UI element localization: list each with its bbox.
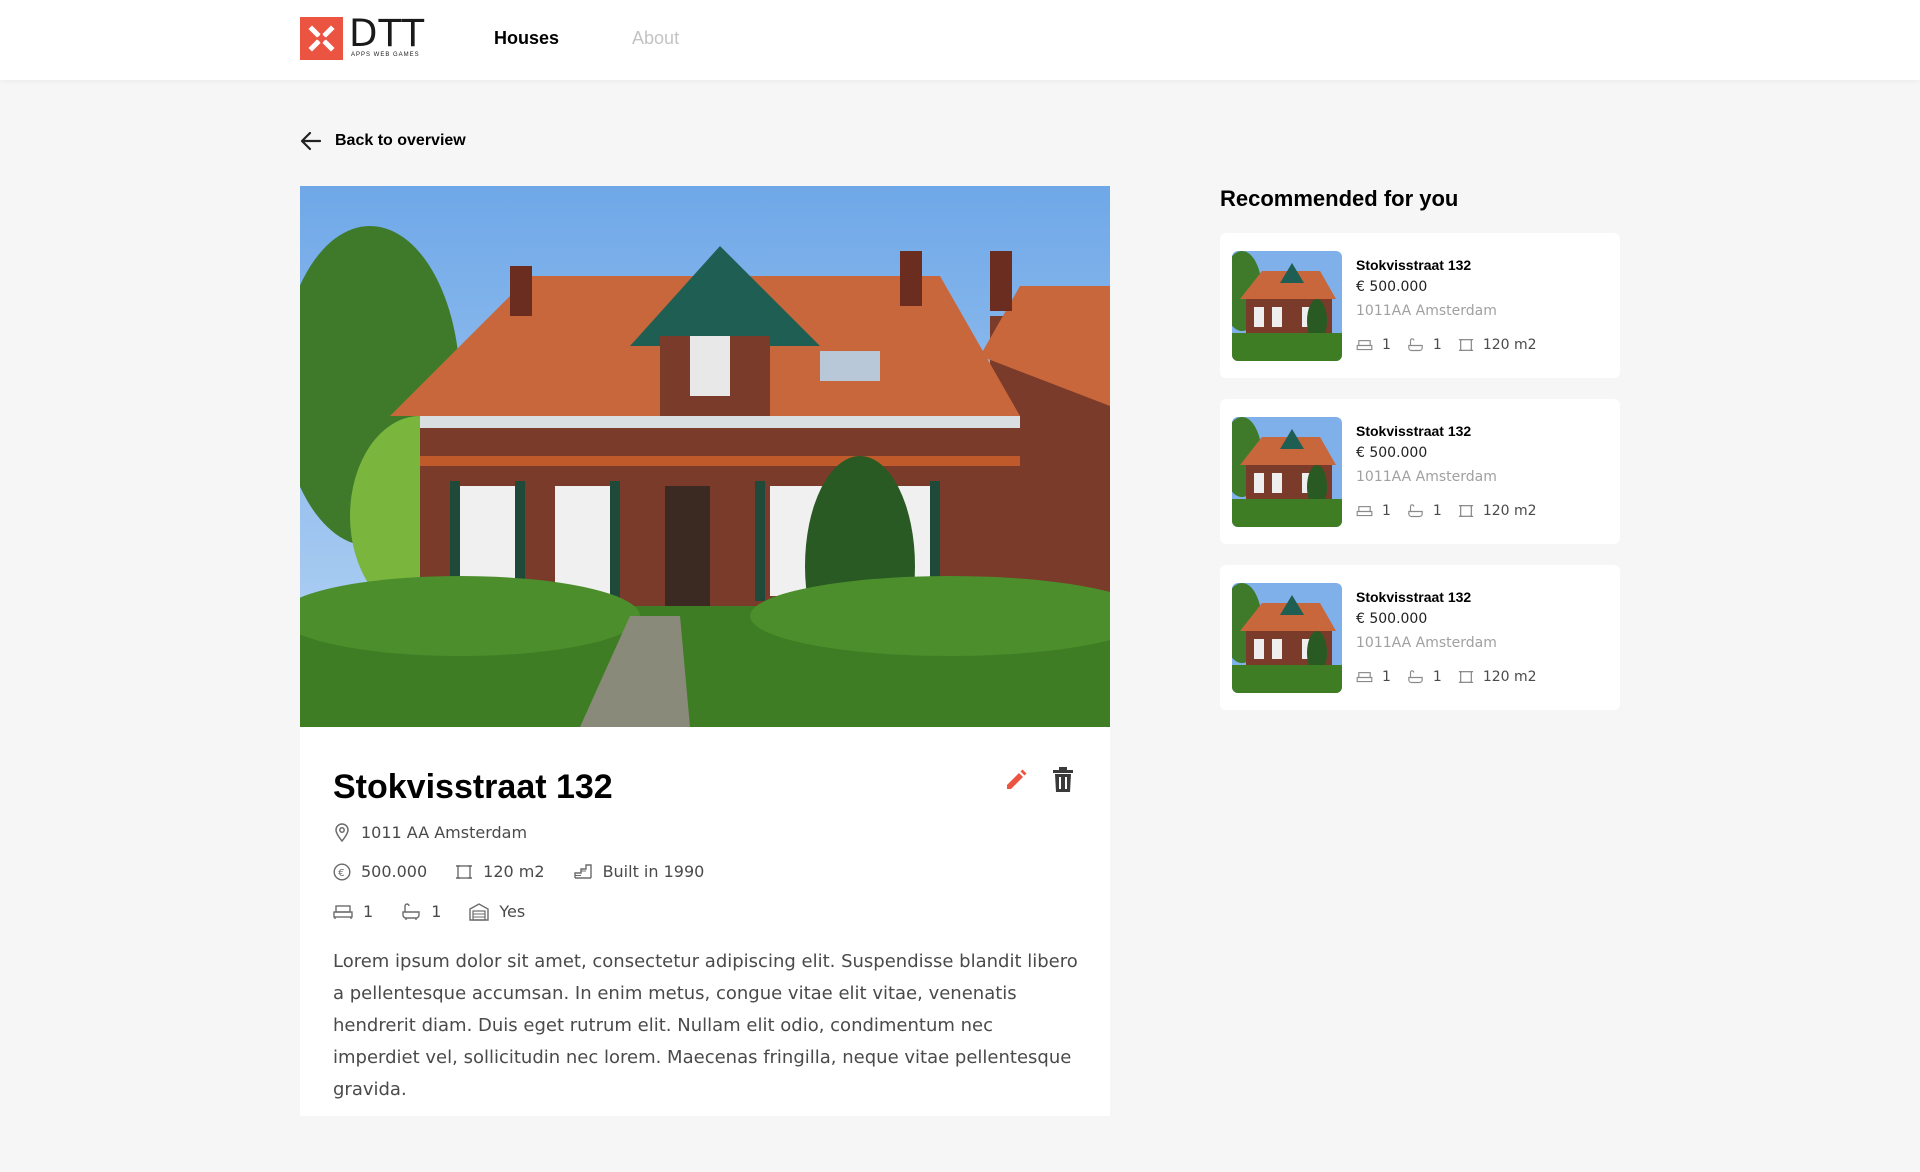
main-nav: Houses About [494, 28, 752, 49]
house-bedrooms: 1 [363, 902, 374, 921]
recommended-thumbnail [1232, 417, 1342, 527]
recommended-size: 120 m2 [1458, 669, 1537, 685]
address-item: 1011 AA Amsterdam [333, 822, 527, 842]
recommended-bathrooms-value: 1 [1432, 337, 1442, 353]
bath-icon [1408, 669, 1423, 683]
house-detail-card: Stokvisstraat 132 1011 AA Amsterdam € 50… [300, 186, 1110, 1116]
bedrooms-item: 1 [333, 902, 373, 921]
recommended-bathrooms-value: 1 [1432, 503, 1442, 519]
recommended-bedrooms: 1 [1356, 337, 1391, 353]
svg-text:€: € [338, 868, 344, 879]
garage-item: Yes [469, 902, 525, 921]
rooms-row: 1 1 Yes [333, 902, 553, 921]
price-item: € 500.000 [333, 862, 427, 881]
recommended-bathrooms: 1 [1407, 337, 1442, 353]
recommended-street: Stokvisstraat 132 [1356, 257, 1472, 273]
logo-mark-icon [300, 17, 343, 60]
nav-houses[interactable]: Houses [494, 28, 559, 49]
bath-icon [1408, 337, 1423, 351]
nav-about[interactable]: About [632, 28, 679, 49]
recommended-city: 1011AA Amsterdam [1356, 303, 1497, 319]
recommended-bedrooms: 1 [1356, 669, 1391, 685]
house-size: 120 m2 [483, 862, 545, 881]
size-icon [1458, 671, 1473, 683]
euro-icon: € [333, 862, 351, 881]
recommended-street: Stokvisstraat 132 [1356, 589, 1472, 605]
recommended-card[interactable]: Stokvisstraat 132 € 500.000 1011AA Amste… [1220, 399, 1620, 544]
size-item: 120 m2 [455, 862, 545, 881]
house-address: 1011 AA Amsterdam [361, 822, 528, 842]
logo-tagline: APPS WEB GAMES [351, 52, 420, 58]
bath-icon [1408, 503, 1423, 517]
trash-icon [1053, 767, 1073, 792]
price-size-built-row: € 500.000 120 m2 Built in 1990 [333, 862, 732, 881]
back-label: Back to overview [335, 132, 466, 149]
recommended-bathrooms: 1 [1407, 503, 1442, 519]
recommended-street: Stokvisstraat 132 [1356, 423, 1472, 439]
recommended-thumbnail [1232, 583, 1342, 693]
recommended-title: Recommended for you [1220, 186, 1459, 211]
bath-icon [402, 902, 420, 920]
recommended-thumbnail [1232, 251, 1342, 361]
edit-icon [1007, 769, 1027, 789]
recommended-price: € 500.000 [1356, 611, 1428, 627]
recommended-meta: 1 1 120 m2 [1356, 337, 1553, 353]
house-description: Lorem ipsum dolor sit amet, consectetur … [333, 951, 1078, 1100]
recommended-card[interactable]: Stokvisstraat 132 € 500.000 1011AA Amste… [1220, 233, 1620, 378]
built-icon [573, 863, 592, 879]
house-price: 500.000 [361, 862, 428, 881]
bed-icon [333, 904, 353, 919]
address-row: 1011 AA Amsterdam [333, 822, 555, 842]
recommended-price: € 500.000 [1356, 445, 1428, 461]
recommended-size-value: 120 m2 [1482, 669, 1537, 685]
bed-icon [1356, 505, 1373, 516]
recommended-bedrooms-value: 1 [1382, 337, 1391, 353]
house-built: Built in 1990 [602, 862, 705, 881]
dtt-logo[interactable]: DTT APPS WEB GAMES [300, 12, 426, 60]
recommended-city: 1011AA Amsterdam [1356, 635, 1497, 651]
logo-text: DTT APPS WEB GAMES [349, 12, 426, 58]
house-garage: Yes [499, 902, 526, 921]
garage-icon [469, 902, 490, 921]
delete-button[interactable] [1052, 767, 1074, 798]
recommended-size: 120 m2 [1458, 337, 1537, 353]
recommended-bedrooms-value: 1 [1382, 503, 1391, 519]
size-icon [1458, 339, 1473, 351]
size-icon [1458, 505, 1473, 517]
bed-icon [1356, 339, 1373, 350]
recommended-bathrooms: 1 [1407, 669, 1442, 685]
edit-button[interactable] [1004, 768, 1028, 797]
recommended-size: 120 m2 [1458, 503, 1537, 519]
recommended-city: 1011AA Amsterdam [1356, 469, 1497, 485]
size-icon [456, 864, 473, 879]
back-to-overview-link[interactable]: Back to overview [300, 131, 466, 151]
recommended-meta: 1 1 120 m2 [1356, 669, 1553, 685]
recommended-card[interactable]: Stokvisstraat 132 € 500.000 1011AA Amste… [1220, 565, 1620, 710]
recommended-size-value: 120 m2 [1482, 337, 1537, 353]
bathrooms-item: 1 [401, 902, 441, 921]
recommended-bathrooms-value: 1 [1432, 669, 1442, 685]
house-title: Stokvisstraat 132 [333, 768, 613, 806]
recommended-bedrooms-value: 1 [1382, 669, 1391, 685]
logo-word: DTT [349, 12, 426, 55]
recommended-meta: 1 1 120 m2 [1356, 503, 1553, 519]
top-navbar: DTT APPS WEB GAMES Houses About [0, 0, 1920, 80]
house-bathrooms: 1 [431, 902, 442, 921]
recommended-size-value: 120 m2 [1482, 503, 1537, 519]
location-pin-icon [335, 823, 349, 842]
bed-icon [1356, 671, 1373, 682]
house-photo [300, 186, 1110, 727]
recommended-bedrooms: 1 [1356, 503, 1391, 519]
built-item: Built in 1990 [573, 862, 705, 881]
back-arrow-icon [300, 131, 322, 151]
recommended-price: € 500.000 [1356, 279, 1428, 295]
